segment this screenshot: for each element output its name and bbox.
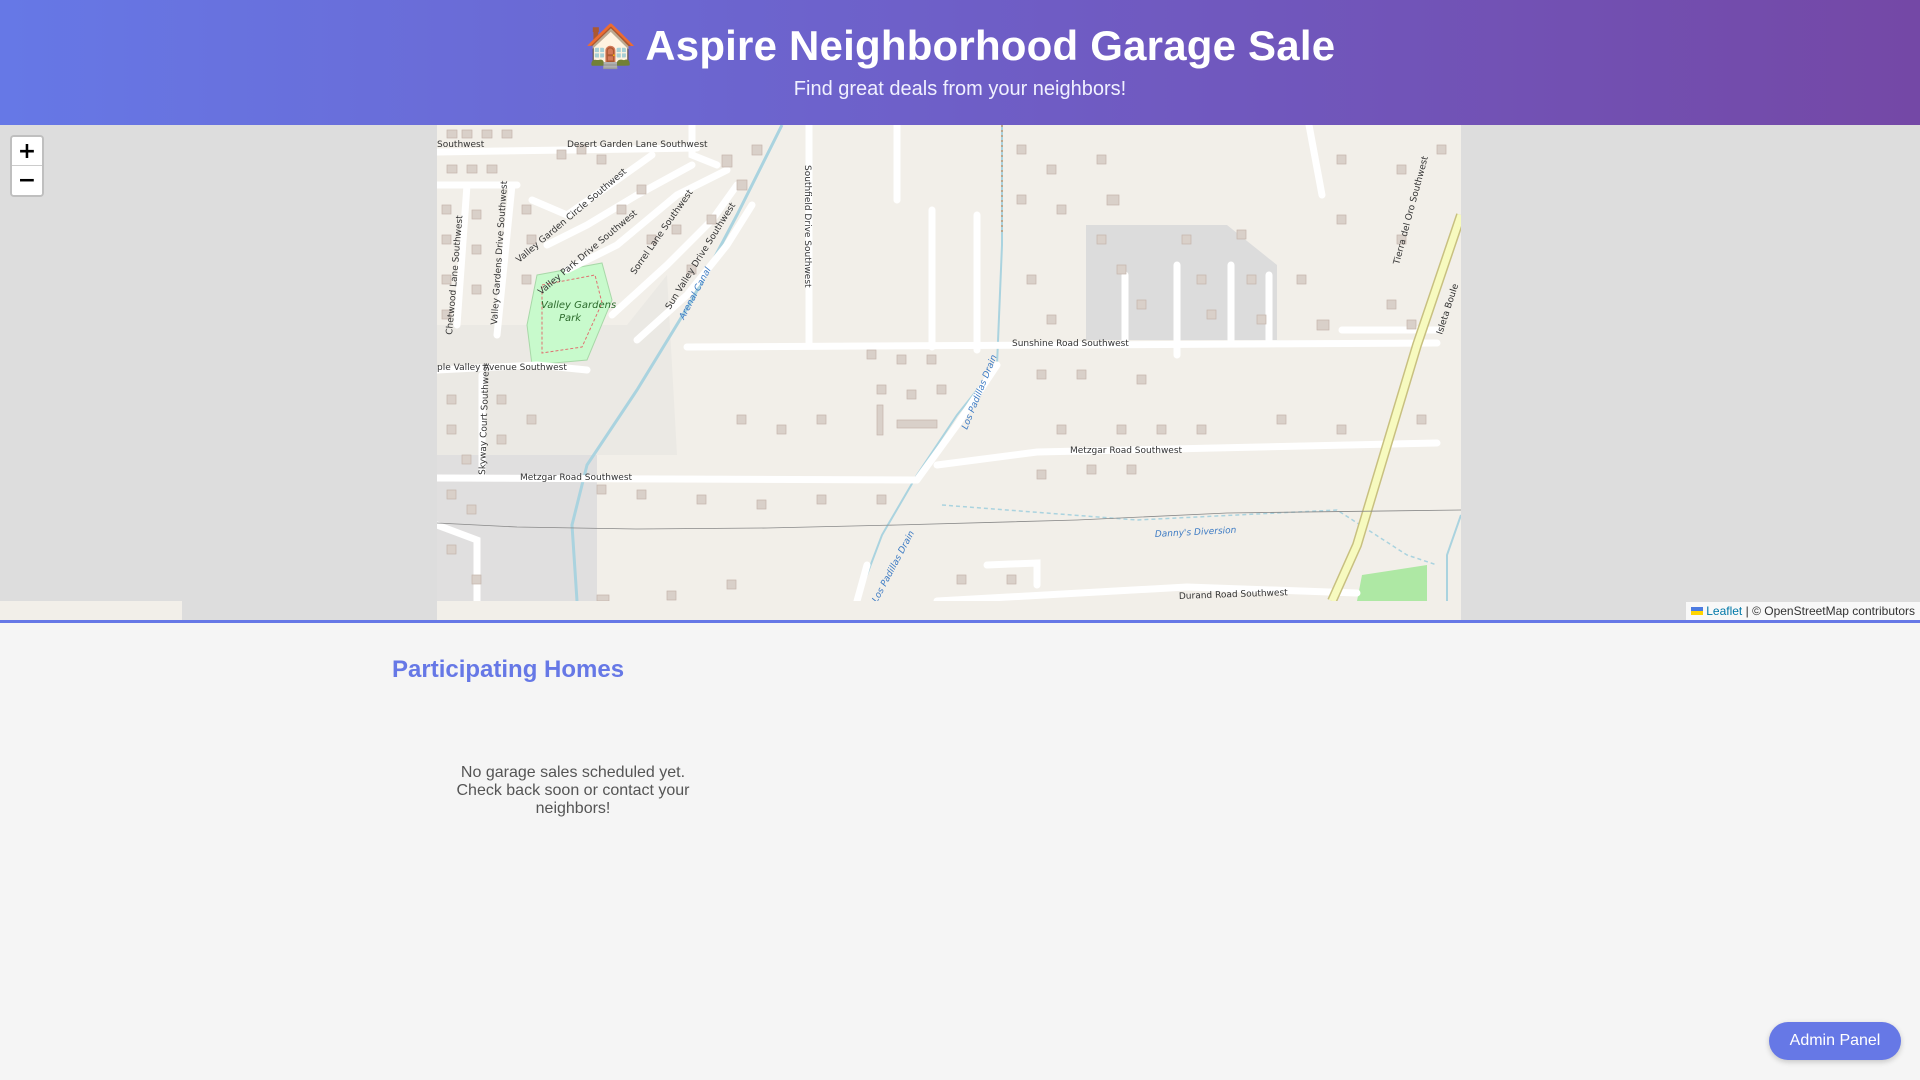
svg-text:Desert Garden Lane Southwest: Desert Garden Lane Southwest (567, 140, 708, 150)
zoom-out-button[interactable]: − (12, 166, 42, 195)
svg-text:Los Padillas Drain: Los Padillas Drain (871, 529, 917, 601)
participating-homes-title: Participating Homes (392, 656, 625, 683)
admin-panel-button[interactable]: Admin Panel (1769, 1022, 1901, 1060)
svg-text:Danny's Diversion: Danny's Diversion (1155, 526, 1237, 540)
svg-text:Park: Park (559, 313, 582, 324)
svg-text:ple Valley Avenue Southwest: ple Valley Avenue Southwest (437, 363, 567, 373)
zoom-in-button[interactable]: + (12, 137, 42, 166)
osm-attribution[interactable]: © OpenStreetMap contributors (1752, 604, 1915, 618)
svg-text:Southfield Drive Southwest: Southfield Drive Southwest (802, 165, 812, 288)
page-title: 🏠 Aspire Neighborhood Garage Sale (0, 22, 1920, 71)
page-title-text: Aspire Neighborhood Garage Sale (645, 22, 1336, 69)
svg-text:Metzgar Road Southwest: Metzgar Road Southwest (520, 473, 633, 483)
svg-text:Metzgar Road Southwest: Metzgar Road Southwest (1070, 446, 1183, 456)
svg-text:Southwest: Southwest (437, 140, 485, 150)
empty-listings-message: No garage sales scheduled yet. Check bac… (456, 764, 690, 817)
page-header: 🏠 Aspire Neighborhood Garage Sale Find gr… (0, 0, 1920, 125)
map[interactable]: Desert Garden Lane Southwest Southwest p… (0, 125, 1920, 623)
house-icon: 🏠 (584, 22, 638, 69)
page-subtitle: Find great deals from your neighbors! (793, 78, 1127, 100)
svg-text:Sorrel Lane Southwest: Sorrel Lane Southwest (629, 188, 695, 277)
leaflet-link[interactable]: Leaflet (1706, 604, 1742, 618)
svg-text:Los Padillas Drain: Los Padillas Drain (961, 353, 1000, 431)
map-attribution: Leaflet | © OpenStreetMap contributors (1686, 602, 1920, 620)
map-tile-graphics: Desert Garden Lane Southwest Southwest p… (433, 125, 1466, 605)
svg-text:Valley Gardens: Valley Gardens (541, 300, 616, 311)
attribution-separator: | (1745, 604, 1749, 618)
zoom-control: + − (10, 135, 44, 197)
svg-text:Sunshine Road Southwest: Sunshine Road Southwest (1012, 339, 1129, 349)
map-tile-edge (0, 601, 182, 620)
ukraine-flag-icon (1691, 606, 1704, 615)
map-tiles[interactable]: Desert Garden Lane Southwest Southwest p… (433, 125, 1466, 620)
